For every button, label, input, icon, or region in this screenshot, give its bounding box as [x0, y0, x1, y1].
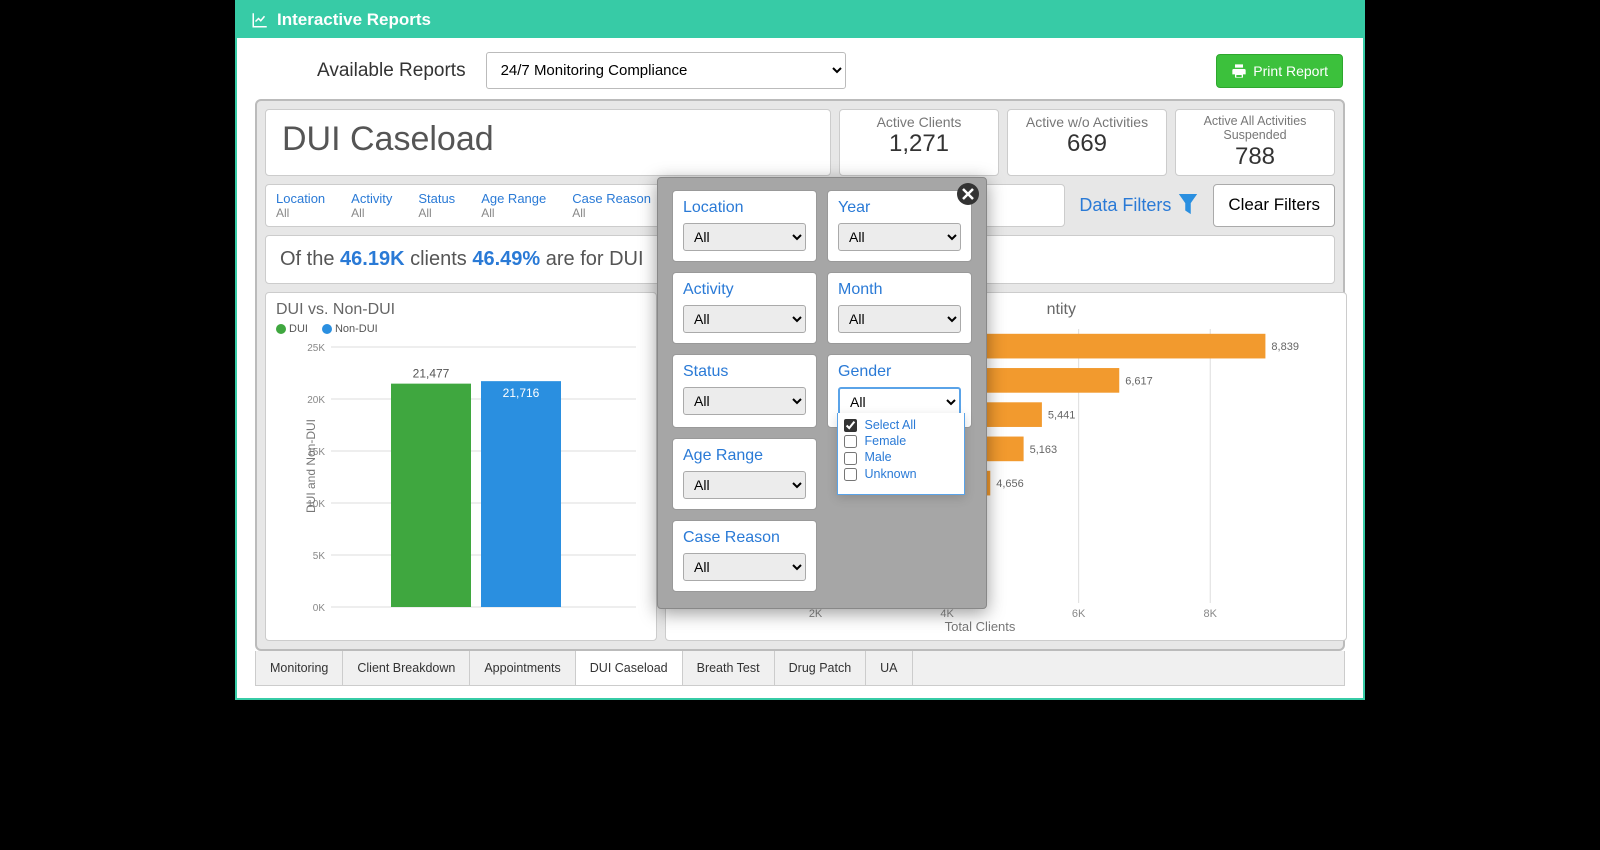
chip-case-reason[interactable]: Case ReasonAll [572, 191, 651, 220]
bar-chart-svg: 0K5K10K15K20K25K21,47721,716 [276, 337, 646, 627]
svg-text:2K: 2K [809, 608, 823, 620]
filter-age-range: Age RangeAll [672, 438, 817, 510]
report-tabs: MonitoringClient BreakdownAppointmentsDU… [255, 651, 1345, 686]
filter-month: MonthAll [827, 272, 972, 344]
filter-status-select[interactable]: All [683, 387, 806, 415]
svg-text:5,441: 5,441 [1048, 409, 1076, 421]
filter-case-reason: Case ReasonAll [672, 520, 817, 592]
data-filters-button[interactable]: Data Filters [1073, 184, 1205, 227]
filter-activity-select[interactable]: All [683, 305, 806, 333]
chip-status[interactable]: StatusAll [418, 191, 455, 220]
filter-case-reason-select[interactable]: All [683, 553, 806, 581]
svg-text:5,163: 5,163 [1030, 444, 1058, 456]
available-reports-select[interactable]: 24/7 Monitoring Compliance [486, 52, 846, 89]
stat-active-suspended: Active All Activities Suspended 788 [1175, 109, 1335, 176]
toolbar: Available Reports 24/7 Monitoring Compli… [237, 38, 1363, 99]
tab-appointments[interactable]: Appointments [470, 651, 575, 685]
close-icon[interactable] [956, 182, 980, 206]
tab-breath-test[interactable]: Breath Test [683, 651, 775, 685]
clear-filters-button[interactable]: Clear Filters [1213, 184, 1335, 227]
chart-legend: DUI Non-DUI [276, 323, 646, 335]
header: Interactive Reports [237, 2, 1363, 38]
app-frame: Interactive Reports Available Reports 24… [235, 0, 1365, 700]
chip-location[interactable]: LocationAll [276, 191, 325, 220]
chip-age-range[interactable]: Age RangeAll [481, 191, 546, 220]
report-panel: DUI Caseload Active Clients 1,271 Active… [255, 99, 1345, 651]
svg-text:21,477: 21,477 [413, 366, 450, 380]
stat-active-no-activities: Active w/o Activities 669 [1007, 109, 1167, 176]
svg-text:Total Clients: Total Clients [945, 619, 1016, 633]
svg-text:8K: 8K [1203, 608, 1217, 620]
filter-location-select[interactable]: All [683, 223, 806, 251]
filter-location: LocationAll [672, 190, 817, 262]
svg-text:25K: 25K [307, 343, 325, 354]
filter-age-range-select[interactable]: All [683, 471, 806, 499]
chart-dui-vs-non-dui: DUI vs. Non-DUI DUI Non-DUI DUI and Non-… [265, 292, 657, 641]
tab-dui-caseload[interactable]: DUI Caseload [576, 651, 683, 685]
gender-option-male[interactable]: Male [844, 449, 958, 465]
svg-text:21,716: 21,716 [503, 386, 540, 400]
content: DUI Caseload Active Clients 1,271 Active… [237, 99, 1363, 698]
svg-text:5K: 5K [313, 551, 326, 562]
filter-status: StatusAll [672, 354, 817, 428]
print-report-button[interactable]: Print Report [1216, 54, 1343, 88]
filter-month-select[interactable]: All [838, 305, 961, 333]
page-title: DUI Caseload [265, 109, 831, 176]
chip-activity[interactable]: ActivityAll [351, 191, 392, 220]
gender-option-select-all[interactable]: Select All [844, 417, 958, 433]
tab-ua[interactable]: UA [866, 651, 912, 685]
tab-client-breakdown[interactable]: Client Breakdown [343, 651, 470, 685]
svg-text:20K: 20K [307, 395, 325, 406]
header-title: Interactive Reports [277, 10, 431, 30]
print-icon [1231, 63, 1247, 79]
gender-option-female[interactable]: Female [844, 433, 958, 449]
filter-year: YearAll [827, 190, 972, 262]
filter-year-select[interactable]: All [838, 223, 961, 251]
tab-drug-patch[interactable]: Drug Patch [775, 651, 867, 685]
gender-dropdown: Select All Female Male Unknown [837, 413, 965, 495]
filter-activity: ActivityAll [672, 272, 817, 344]
data-filters-modal: LocationAll YearAll ActivityAll MonthAll… [657, 177, 987, 609]
funnel-icon [1177, 191, 1199, 219]
svg-text:4,656: 4,656 [996, 478, 1024, 490]
svg-text:8,839: 8,839 [1271, 341, 1299, 353]
gender-option-unknown[interactable]: Unknown [844, 466, 958, 482]
available-reports-label: Available Reports [317, 60, 466, 82]
stat-active-clients: Active Clients 1,271 [839, 109, 999, 176]
tab-monitoring[interactable]: Monitoring [256, 651, 343, 685]
svg-text:6,617: 6,617 [1125, 375, 1153, 387]
chart-line-icon [251, 11, 269, 29]
filter-gender: Gender All Select All Female Male Unknow… [827, 354, 972, 428]
svg-text:6K: 6K [1072, 608, 1086, 620]
svg-text:0K: 0K [313, 603, 326, 614]
